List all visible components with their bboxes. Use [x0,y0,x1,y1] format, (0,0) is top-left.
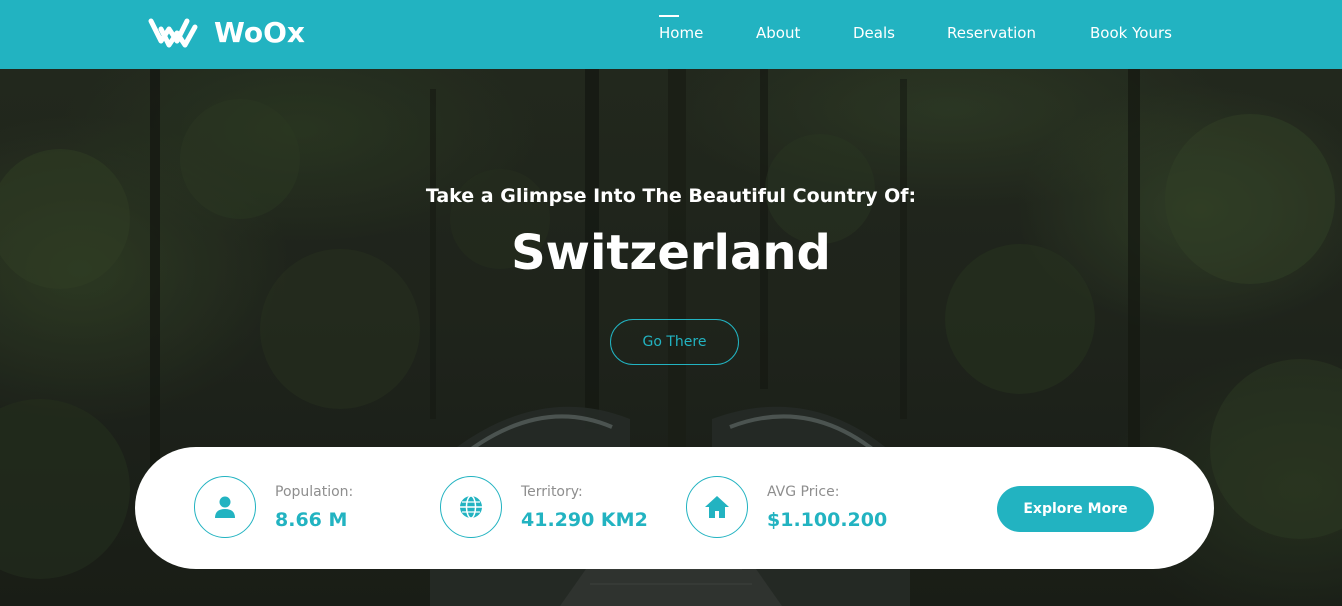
nav-item-home[interactable]: Home [659,15,703,44]
population-icon-circle [194,476,256,538]
country-info-bar: Population: 8.66 M Territory: 41.290 KM2… [135,447,1214,569]
nav-item-book-yours[interactable]: Book Yours [1090,22,1172,44]
nav-item-about[interactable]: About [756,22,800,44]
nav-item-reservation[interactable]: Reservation [947,22,1036,44]
price-icon-circle [686,476,748,538]
user-icon [215,496,235,518]
hero-subtitle: Take a Glimpse Into The Beautiful Countr… [425,185,917,207]
avg-price-label: AVG Price: [767,484,840,500]
avg-price-value: $1.100.200 [767,509,888,531]
explore-more-button[interactable]: Explore More [997,486,1154,532]
go-there-button[interactable]: Go There [610,319,739,365]
main-nav: Home About Deals Reservation Book Yours [0,0,1342,69]
territory-icon-circle [440,476,502,538]
territory-label: Territory: [521,484,583,500]
nav-item-deals[interactable]: Deals [853,22,895,44]
hero-title: Switzerland [511,225,831,281]
globe-icon [460,495,482,519]
population-label: Population: [275,484,354,500]
territory-value: 41.290 KM2 [521,509,648,531]
home-icon [705,496,729,518]
site-header: WoOx Home About Deals Reservation Book Y… [0,0,1342,69]
population-value: 8.66 M [275,509,348,531]
